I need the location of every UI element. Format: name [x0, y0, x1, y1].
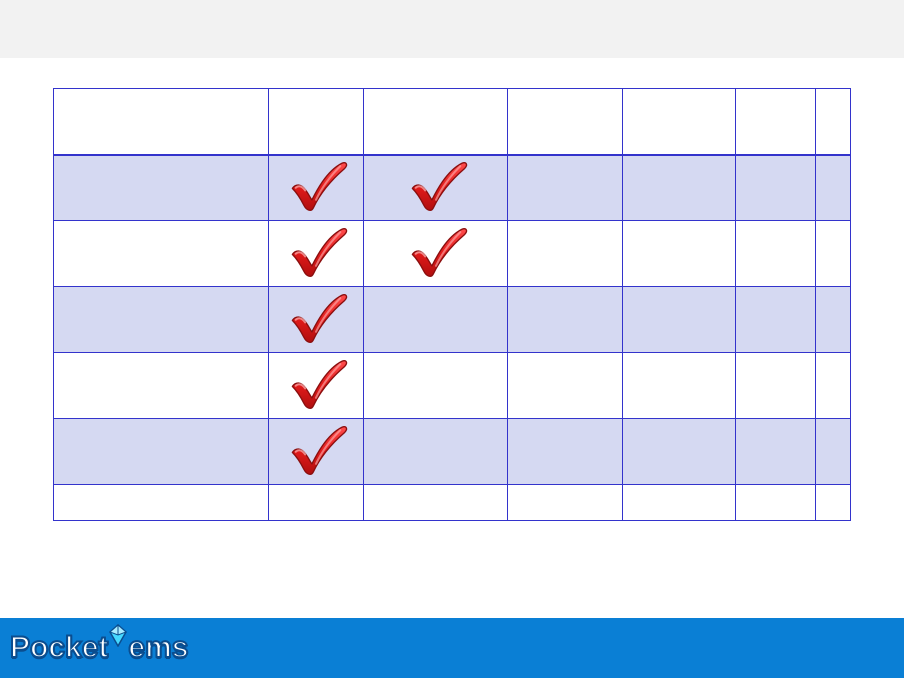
table-cell	[363, 155, 508, 221]
table-header	[54, 89, 851, 155]
table-cell	[508, 221, 623, 287]
table-footer	[54, 485, 851, 521]
table-cell	[736, 155, 816, 221]
table-cell	[363, 419, 508, 485]
table-row	[54, 221, 851, 287]
table-cell	[508, 287, 623, 353]
table-header-cell	[508, 89, 623, 155]
table-footer-cell	[54, 485, 269, 521]
table-row	[54, 353, 851, 419]
table-footer-cell	[508, 485, 623, 521]
check-icon	[281, 422, 351, 476]
check-icon	[281, 356, 351, 410]
top-bar	[0, 0, 904, 58]
table-header-cell	[363, 89, 508, 155]
table-footer-row	[54, 485, 851, 521]
table-cell	[736, 287, 816, 353]
table-footer-cell	[363, 485, 508, 521]
table-cell	[815, 353, 850, 419]
table-row	[54, 287, 851, 353]
gem-icon	[106, 621, 130, 655]
table-cell	[54, 155, 269, 221]
table-cell	[268, 353, 363, 419]
table-header-cell	[815, 89, 850, 155]
table-cell	[268, 419, 363, 485]
table-cell	[508, 353, 623, 419]
table-cell	[508, 155, 623, 221]
table-cell	[623, 221, 736, 287]
footer-bar: Pocket ems	[0, 618, 904, 678]
table-body	[54, 155, 851, 485]
brand-text-part2: ems	[128, 631, 188, 665]
brand-text-part1: Pocket	[10, 631, 108, 665]
table-cell	[508, 419, 623, 485]
table-row	[54, 419, 851, 485]
table-row	[54, 155, 851, 221]
table-cell	[54, 353, 269, 419]
table-cell	[268, 221, 363, 287]
check-icon	[401, 158, 471, 212]
table-header-row	[54, 89, 851, 155]
table-cell	[815, 419, 850, 485]
table-cell	[815, 287, 850, 353]
table-cell	[268, 155, 363, 221]
table-cell	[623, 155, 736, 221]
table-cell	[815, 155, 850, 221]
table-cell	[54, 221, 269, 287]
table-footer-cell	[268, 485, 363, 521]
comparison-table-wrap	[53, 88, 851, 521]
table-cell	[363, 353, 508, 419]
table-cell	[363, 287, 508, 353]
check-icon	[281, 224, 351, 278]
check-icon	[281, 290, 351, 344]
table-cell	[623, 353, 736, 419]
table-cell	[736, 221, 816, 287]
table-cell	[623, 287, 736, 353]
table-cell	[623, 419, 736, 485]
table-cell	[363, 221, 508, 287]
table-header-cell	[54, 89, 269, 155]
check-icon	[401, 224, 471, 278]
comparison-table	[53, 88, 851, 521]
table-header-cell	[736, 89, 816, 155]
content-area	[0, 58, 904, 618]
table-footer-cell	[815, 485, 850, 521]
table-cell	[268, 287, 363, 353]
brand-logo: Pocket ems	[10, 631, 188, 665]
table-footer-cell	[736, 485, 816, 521]
table-cell	[736, 419, 816, 485]
check-icon	[281, 158, 351, 212]
table-cell	[54, 419, 269, 485]
table-cell	[736, 353, 816, 419]
table-cell	[815, 221, 850, 287]
table-cell	[54, 287, 269, 353]
table-footer-cell	[623, 485, 736, 521]
table-header-cell	[268, 89, 363, 155]
table-header-cell	[623, 89, 736, 155]
